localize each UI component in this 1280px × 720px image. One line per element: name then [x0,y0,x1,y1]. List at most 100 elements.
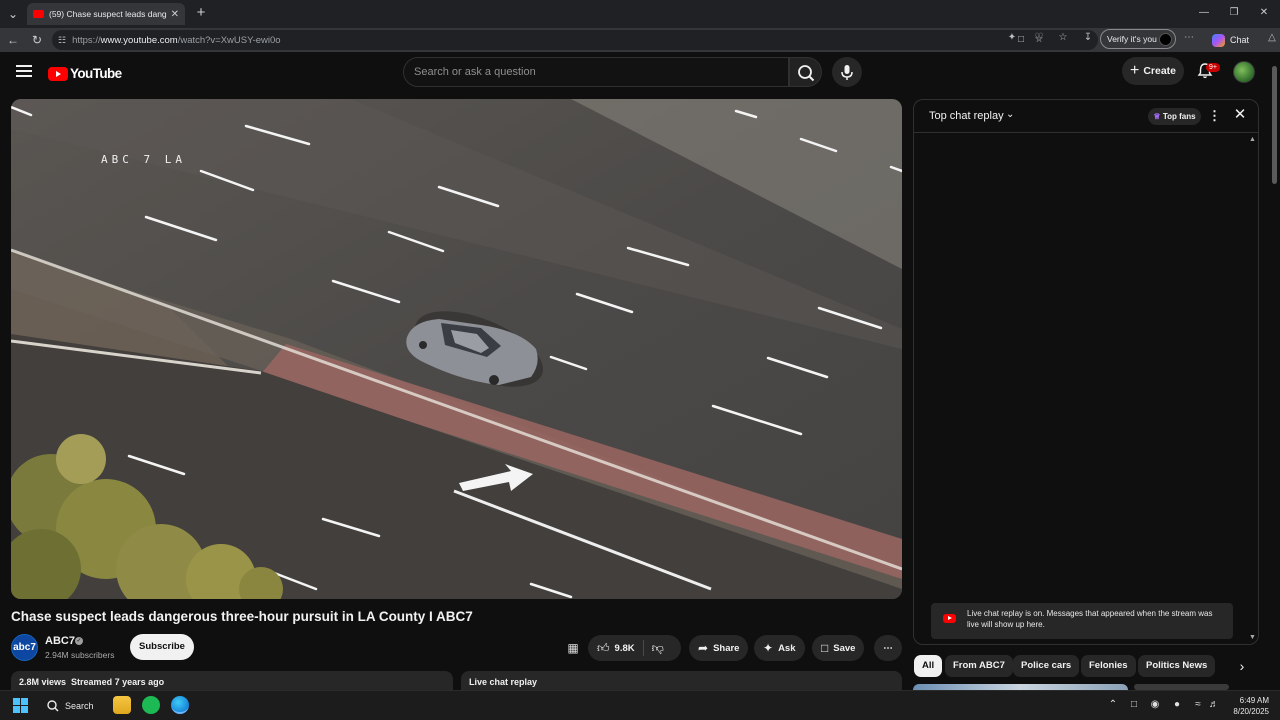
chat-scroll-up-icon[interactable]: ▲ [1249,136,1256,143]
youtube-logo[interactable]: YouTube [48,66,122,81]
chat-scroll-down-icon[interactable]: ▼ [1249,634,1256,641]
clip-grid-icon[interactable]: ▦ [566,641,580,655]
clock-time: 6:49 AM [1239,696,1269,705]
taskbar-search-icon [47,700,59,712]
live-chat-replay-label: Live chat replay [469,677,538,687]
save-button[interactable]: □ Save [812,635,865,661]
chat-more-icon[interactable]: ⋮ [1208,108,1221,124]
chat-header: Top chat replay ⌄ ♕ Top fans ⋮ ✕ [914,100,1258,133]
url-text: https://www.youtube.com/watch?v=XwUSY-ew… [72,34,281,46]
top-fans-button[interactable]: ♕ Top fans [1148,108,1201,125]
site-info-icon[interactable]: ☷ [58,35,66,46]
channel-name[interactable]: ABC7 [45,635,75,647]
browser-address-bar: ← ↻ ☷ https://www.youtube.com/watch?v=Xw… [0,28,1280,52]
new-tab-plus-icon[interactable]: + [193,5,209,21]
share-arrow-icon: ➦ [698,641,709,655]
copilot-chat-button[interactable]: Chat [1212,32,1249,48]
windows-start-icon[interactable] [13,698,28,713]
video-player[interactable] [11,99,902,599]
like-dislike-group: 👍︎ 9.8K 👎︎ [588,635,681,661]
thumbs-up-icon[interactable]: 👍︎ [597,641,610,656]
downloads-icon[interactable]: ↧ [1081,31,1095,45]
chat-mode-title[interactable]: Top chat replay [929,110,1004,122]
top-fans-label: Top fans [1162,112,1196,121]
back-arrow-icon[interactable]: ← [6,33,20,47]
browser-essentials-icon[interactable]: ♡ [1032,31,1046,45]
extensions-icon[interactable]: ✦ [1005,31,1019,45]
file-explorer-icon[interactable] [113,696,131,714]
chip-police-cars[interactable]: Police cars [1013,655,1080,677]
page-scrollbar-thumb[interactable] [1272,66,1277,184]
sparkle-icon: ✦ [763,641,774,655]
ask-label: Ask [778,642,796,654]
browser-tab-active[interactable]: (59) Chase suspect leads dangerous three… [27,3,185,25]
tray-overflow-chevron-icon[interactable]: ⌃ [1107,699,1119,711]
more-actions-button[interactable]: ⋯ [874,635,902,661]
favorites-icon[interactable]: ☆ [1056,31,1070,45]
video-title: Chase suspect leads dangerous three-hour… [11,609,473,624]
replay-notice-text: Live chat replay is on. Messages that ap… [967,609,1213,629]
create-label: Create [1143,65,1177,77]
chip-felonies[interactable]: Felonies [1081,655,1136,677]
subscribe-button[interactable]: Subscribe [130,634,194,660]
taskbar-clock[interactable]: 6:49 AM 8/20/2025 [1229,695,1269,717]
sidebar-icon[interactable]: △ [1265,31,1279,45]
thumbs-down-icon[interactable]: 👎︎ [652,641,664,656]
video-watermark: ABC 7 LA [101,153,186,166]
more-dots-icon: ⋯ [883,642,893,654]
browser-tab-bar: ⌄ (59) Chase suspect leads dangerous thr… [0,0,1280,28]
restore-icon[interactable]: ❐ [1226,6,1242,20]
account-avatar[interactable] [1233,61,1255,83]
more-options-icon[interactable]: ⋯ [1182,31,1196,45]
verify-profile-button[interactable]: Verify it's you [1100,29,1176,49]
chevron-down-icon[interactable]: ⌄ [1006,109,1014,120]
microphone-tray-icon[interactable]: ● [1171,699,1183,711]
verified-check-icon: ✓ [75,637,83,645]
voice-search-button[interactable] [832,57,862,87]
volume-icon[interactable]: ♬ [1208,699,1220,711]
chip-politics-news[interactable]: Politics News [1138,655,1216,677]
ask-button[interactable]: ✦ Ask [754,635,805,661]
taskbar-search-label: Search [65,701,94,711]
view-count: 2.8M views [19,677,67,687]
tray-security-icon[interactable]: ◉ [1149,699,1161,711]
live-chat-replay-box[interactable]: Live chat replay [461,671,902,691]
refresh-icon[interactable]: ↻ [30,33,44,47]
chat-replay-notice: Live chat replay is on. Messages that ap… [931,603,1233,639]
minimize-icon[interactable]: — [1196,6,1212,20]
youtube-wordmark: YouTube [70,66,122,81]
description-box[interactable]: 2.8M views Streamed 7 years ago [11,671,453,691]
windows-taskbar: Search ⌃ □ ◉ ● ≈ ♬ 6:49 AM 8/20/2025 [0,690,1280,720]
url-field[interactable]: ☷ https://www.youtube.com/watch?v=XwUSY-… [52,30,1098,50]
tray-app-icon[interactable]: □ [1128,699,1140,711]
search-input[interactable]: Search or ask a question [403,57,789,87]
youtube-play-logo-icon [48,66,68,81]
tab-list-chevron-icon[interactable]: ⌄ [4,5,22,23]
microphone-icon [841,65,853,80]
chat-panel: Top chat replay ⌄ ♕ Top fans ⋮ ✕ ▲ Live … [913,99,1259,645]
share-label: Share [713,642,740,654]
taskbar-search-button[interactable]: Search [46,697,94,715]
chat-close-icon[interactable]: ✕ [1232,107,1248,123]
tab-close-icon[interactable]: ✕ [171,9,179,20]
window-close-icon[interactable]: ✕ [1256,6,1272,20]
save-label: Save [833,642,856,654]
like-divider [642,640,644,656]
chip-from-abc7[interactable]: From ABC7 [945,655,1013,677]
spotify-icon[interactable] [142,696,160,714]
search-button[interactable] [789,57,822,87]
wifi-icon[interactable]: ≈ [1192,699,1204,711]
tab-title: (59) Chase suspect leads dangerous three… [49,9,167,19]
chat-label: Chat [1230,35,1250,45]
like-count[interactable]: 9.8K [615,643,635,654]
edge-browser-icon[interactable] [171,696,189,714]
create-button[interactable]: + Create [1122,57,1184,85]
chips-next-chevron-icon[interactable]: › [1234,658,1250,674]
share-button[interactable]: ➦ Share [689,635,749,661]
chip-all[interactable]: All [914,655,943,677]
channel-avatar[interactable]: abc7 [11,634,38,661]
clock-date: 8/20/2025 [1233,707,1269,716]
menu-hamburger-icon[interactable] [16,65,32,77]
plus-icon: + [1129,62,1140,79]
subscriber-count: 2.94M subscribers [45,650,115,660]
